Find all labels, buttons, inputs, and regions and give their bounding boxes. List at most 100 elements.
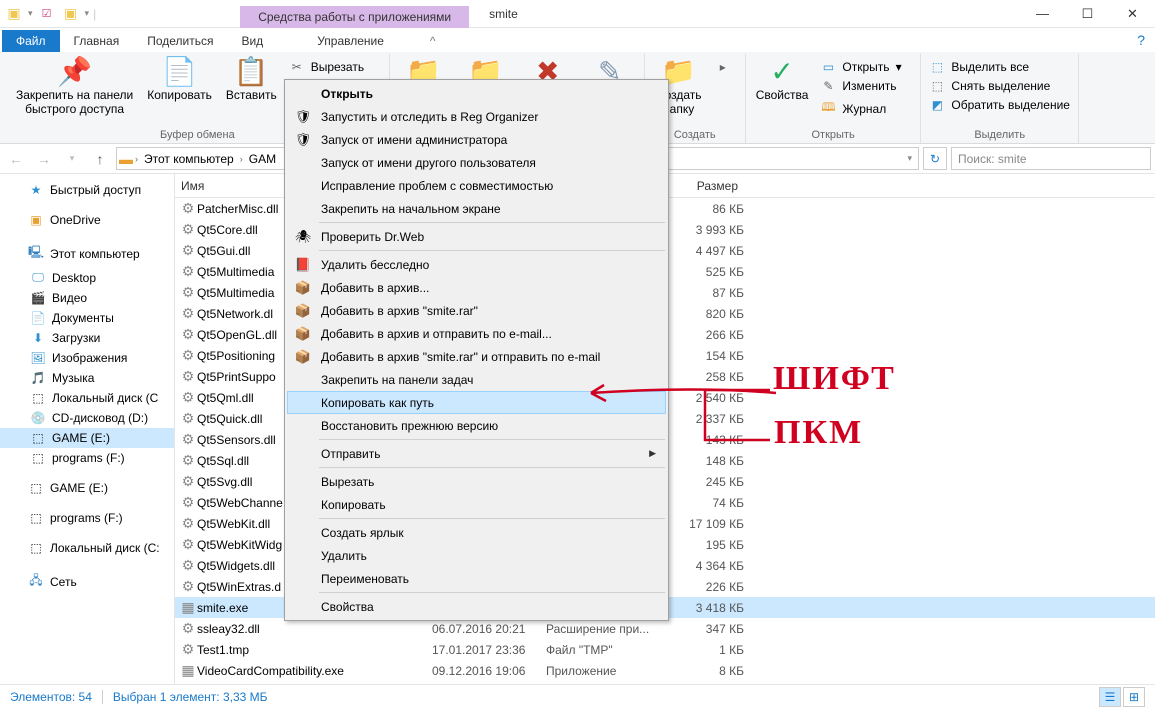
separator: | xyxy=(93,7,96,21)
file-row[interactable]: ⚙ssleay32.dll06.07.2016 20:21Расширение … xyxy=(175,618,1155,639)
search-input[interactable]: Поиск: smite xyxy=(951,147,1151,170)
context-menu-item[interactable]: Запуск от имени другого пользователя xyxy=(287,151,666,174)
file-row[interactable]: ▦VideoCardCompatibility.exe09.12.2016 19… xyxy=(175,660,1155,681)
context-menu-item[interactable]: 📦Добавить в архив "smite.rar" и отправит… xyxy=(287,345,666,368)
nav-desktop[interactable]: 🖵Desktop xyxy=(0,267,174,288)
context-menu-item[interactable]: Переименовать xyxy=(287,567,666,590)
chevron-down-icon[interactable]: ▾ xyxy=(85,8,90,19)
nav-downloads[interactable]: ⬇Загрузки xyxy=(0,328,174,348)
context-menu-item[interactable]: 📕Удалить бесследно xyxy=(287,253,666,276)
file-icon: ⚙ xyxy=(175,473,197,490)
nav-this-pc[interactable]: 🖳Этот компьютер xyxy=(0,240,174,267)
context-menu-item[interactable]: Свойства xyxy=(287,595,666,618)
collapse-ribbon-icon[interactable]: ^ xyxy=(424,30,442,52)
file-icon: ⚙ xyxy=(175,641,197,658)
breadcrumb-segment[interactable]: GAM xyxy=(245,152,280,166)
nav-music[interactable]: 🎵Музыка xyxy=(0,368,174,388)
nav-onedrive[interactable]: ▣OneDrive xyxy=(0,210,174,230)
navigation-pane: ★Быстрый доступ ▣OneDrive 🖳Этот компьюте… xyxy=(0,174,175,684)
tab-share[interactable]: Поделиться xyxy=(133,30,227,52)
file-icon: ⚙ xyxy=(175,389,197,406)
chevron-down-icon[interactable]: ▾ xyxy=(903,153,916,164)
help-icon[interactable]: ? xyxy=(1127,28,1155,52)
context-menu-item[interactable]: 🛡Запуск от имени администратора xyxy=(287,128,666,151)
back-button[interactable]: ← xyxy=(4,147,28,171)
tab-view[interactable]: Вид xyxy=(227,30,277,52)
history-button[interactable]: 🕮Журнал xyxy=(816,96,916,121)
file-icon: ⚙ xyxy=(175,494,197,511)
maximize-button[interactable]: ☐ xyxy=(1065,0,1110,28)
breadcrumb-segment[interactable]: Этот компьютер xyxy=(140,152,238,166)
nav-game-e[interactable]: ⬚GAME (E:) xyxy=(0,428,174,448)
open-button[interactable]: ▭Открыть ▾ xyxy=(816,58,916,76)
chevron-right-icon[interactable]: › xyxy=(240,154,243,164)
cut-button[interactable]: ✂Вырезать xyxy=(285,58,385,76)
window-title: smite xyxy=(489,7,518,21)
nav-programs-f[interactable]: ⬚programs (F:) xyxy=(0,448,174,468)
context-menu-item[interactable]: 📦Добавить в архив и отправить по e-mail.… xyxy=(287,322,666,345)
pin-quick-access-button[interactable]: 📌Закрепить на панели быстрого доступа xyxy=(10,54,139,119)
recent-locations[interactable]: ▾ xyxy=(60,147,84,171)
context-menu-item[interactable]: Восстановить прежнюю версию xyxy=(287,414,666,437)
details-view-button[interactable]: ☰ xyxy=(1099,687,1121,707)
file-date: 17.01.2017 23:36 xyxy=(432,643,546,657)
select-none-button[interactable]: ⬚Снять выделение xyxy=(925,77,1074,95)
chevron-down-icon[interactable]: ▾ xyxy=(28,8,33,19)
nav-programs-f-2[interactable]: ⬚programs (F:) xyxy=(0,508,174,528)
up-button[interactable]: ↑ xyxy=(88,147,112,171)
submenu-arrow-icon: ▶ xyxy=(649,448,656,459)
file-row[interactable]: ⚙Test1.tmp17.01.2017 23:36Файл "TMP"1 КБ xyxy=(175,639,1155,660)
context-menu-item[interactable]: 🛡Запустить и отследить в Reg Organizer xyxy=(287,105,666,128)
context-menu-item[interactable]: Закрепить на начальном экране xyxy=(287,197,666,220)
tab-manage[interactable]: Управление xyxy=(277,30,424,52)
menu-item-label: Копировать как путь xyxy=(321,396,640,410)
paste-button[interactable]: 📋Вставить xyxy=(220,54,283,119)
forward-button[interactable]: → xyxy=(32,147,56,171)
new-item-button[interactable]: ▸ xyxy=(711,58,741,76)
chevron-right-icon[interactable]: › xyxy=(135,154,138,164)
nav-quick-access[interactable]: ★Быстрый доступ xyxy=(0,180,174,200)
nav-game-e-2[interactable]: ⬚GAME (E:) xyxy=(0,478,174,498)
nav-cd-drive[interactable]: 💿CD-дисковод (D:) xyxy=(0,408,174,428)
context-menu-item[interactable]: Закрепить на панели задач xyxy=(287,368,666,391)
tab-home[interactable]: Главная xyxy=(60,30,134,52)
nav-video[interactable]: 🎬Видео xyxy=(0,288,174,308)
minimize-button[interactable]: — xyxy=(1020,0,1065,28)
file-icon: ⚙ xyxy=(175,620,197,637)
nav-pictures[interactable]: 🖼Изображения xyxy=(0,348,174,368)
menu-item-label: Добавить в архив "smite.rar" xyxy=(321,304,640,318)
properties-button[interactable]: ✓Свойства xyxy=(750,54,815,121)
copy-button[interactable]: 📄Копировать xyxy=(141,54,218,119)
col-size[interactable]: Размер xyxy=(674,179,744,193)
refresh-button[interactable]: ↻ xyxy=(923,147,947,170)
context-menu-item[interactable]: Копировать xyxy=(287,493,666,516)
edit-button[interactable]: ✎Изменить xyxy=(816,77,916,95)
invert-selection-button[interactable]: ◩Обратить выделение xyxy=(925,96,1074,114)
context-menu-item[interactable]: Вырезать xyxy=(287,470,666,493)
menu-item-label: Исправление проблем с совместимостью xyxy=(321,179,640,193)
context-menu-item[interactable]: Удалить xyxy=(287,544,666,567)
nav-local-c[interactable]: ⬚Локальный диск (C xyxy=(0,388,174,408)
menu-item-label: Добавить в архив и отправить по e-mail..… xyxy=(321,327,640,341)
nav-local-c-2[interactable]: ⬚Локальный диск (C: xyxy=(0,538,174,558)
icons-view-button[interactable]: ⊞ xyxy=(1123,687,1145,707)
menu-item-label: Восстановить прежнюю версию xyxy=(321,419,640,433)
context-menu-item[interactable]: 📦Добавить в архив "smite.rar" xyxy=(287,299,666,322)
properties-icon[interactable]: ☑ xyxy=(37,4,57,24)
context-menu-item[interactable]: Создать ярлык xyxy=(287,521,666,544)
context-menu-item[interactable]: Копировать как путь xyxy=(287,391,666,414)
nav-network[interactable]: 🖧Сеть xyxy=(0,568,174,595)
context-menu-item[interactable]: 📦Добавить в архив... xyxy=(287,276,666,299)
context-menu-item[interactable]: Отправить▶ xyxy=(287,442,666,465)
close-button[interactable]: ✕ xyxy=(1110,0,1155,28)
drive-icon: ▬ xyxy=(119,151,133,167)
nav-documents[interactable]: 📄Документы xyxy=(0,308,174,328)
tab-file[interactable]: Файл xyxy=(2,30,60,52)
file-icon: ⚙ xyxy=(175,536,197,553)
folder-icon: ▣ xyxy=(61,4,81,24)
select-all-button[interactable]: ⬚Выделить все xyxy=(925,58,1074,76)
context-menu-item[interactable]: 🕷Проверить Dr.Web xyxy=(287,225,666,248)
context-menu-item[interactable]: Открыть xyxy=(287,82,666,105)
context-separator xyxy=(319,250,665,251)
context-menu-item[interactable]: Исправление проблем с совместимостью xyxy=(287,174,666,197)
